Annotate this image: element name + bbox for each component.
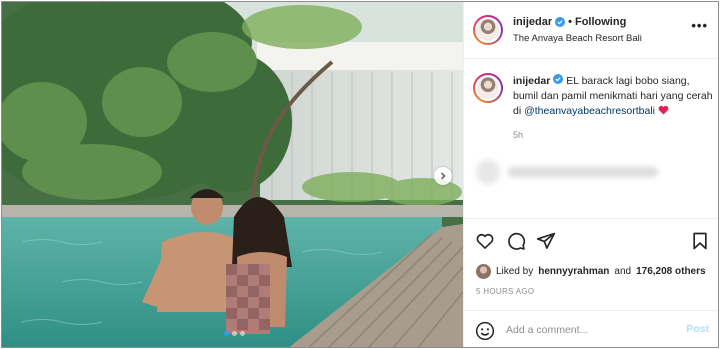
post-header: inijedar • Following The Anvaya Beach Re…: [464, 2, 718, 59]
following-button[interactable]: Following: [575, 16, 626, 28]
emoji-icon[interactable]: [475, 321, 495, 341]
carousel-indicator: [224, 331, 245, 336]
action-bar: [464, 218, 718, 258]
heart-emoji-icon: [658, 105, 669, 115]
next-photo-button[interactable]: [434, 167, 452, 185]
avatar[interactable]: [473, 15, 503, 45]
bookmark-icon[interactable]: [690, 231, 710, 251]
carousel-dot: [240, 331, 245, 336]
mention-link[interactable]: @theanvayabeachresortbali: [524, 105, 655, 117]
header-user-line: inijedar • Following: [513, 16, 626, 28]
likes-summary: Liked by hennyyrahman and 176,208 others: [476, 264, 706, 279]
post-photo[interactable]: [2, 2, 463, 347]
caption-time: 5h: [513, 130, 524, 140]
caption-avatar[interactable]: [473, 73, 503, 103]
verified-icon: [555, 17, 566, 27]
separator-dot: •: [568, 16, 572, 28]
comment-icon[interactable]: [506, 231, 526, 251]
comment-input[interactable]: [506, 320, 676, 340]
location-link[interactable]: The Anvaya Beach Resort Bali: [513, 33, 642, 44]
instagram-post-window: inijedar • Following The Anvaya Beach Re…: [1, 1, 719, 348]
more-options-button[interactable]: •••: [691, 18, 708, 33]
likes-conjunction: and: [614, 266, 632, 277]
post-sidebar: inijedar • Following The Anvaya Beach Re…: [463, 2, 718, 347]
liker-username[interactable]: hennyyrahman: [538, 266, 609, 277]
username-link[interactable]: inijedar: [513, 16, 552, 28]
carousel-dot-active: [224, 331, 229, 336]
caption-username[interactable]: inijedar: [513, 75, 550, 87]
comment-bar: Post: [464, 310, 718, 347]
comments-section: inijedar EL barack lagi bobo siang, bumi…: [464, 60, 718, 218]
chevron-right-icon: [441, 172, 446, 180]
caption-text: inijedar EL barack lagi bobo siang, bumi…: [513, 74, 713, 119]
verified-icon: [553, 74, 564, 84]
post-button[interactable]: Post: [686, 323, 709, 335]
heart-icon[interactable]: [475, 231, 495, 251]
post-timestamp[interactable]: 5 HOURS AGO: [476, 287, 534, 296]
likes-prefix: Liked by: [496, 266, 534, 277]
carousel-dot: [232, 331, 237, 336]
share-icon[interactable]: [536, 231, 556, 251]
liker-avatar[interactable]: [476, 264, 491, 279]
blurred-comment: [476, 155, 706, 189]
likes-count-link[interactable]: 176,208 others: [636, 266, 706, 277]
photo-illustration: [2, 2, 463, 347]
